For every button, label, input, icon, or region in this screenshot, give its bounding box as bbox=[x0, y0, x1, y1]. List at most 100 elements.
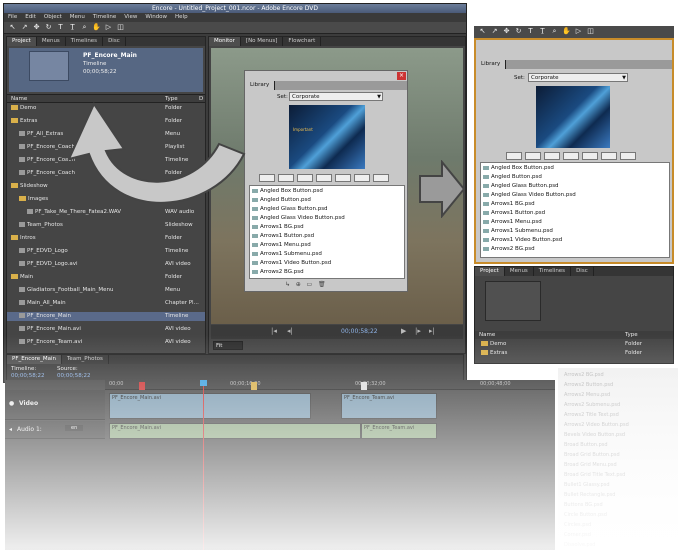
library-set-select[interactable]: Corporate ▼ bbox=[289, 92, 383, 101]
menu-item-file[interactable]: File bbox=[4, 13, 21, 22]
tab-timelines[interactable]: Timelines bbox=[534, 267, 572, 276]
list-item[interactable]: Arrows1 Submenu.psd bbox=[252, 251, 322, 258]
menu-item-object[interactable]: Object bbox=[40, 13, 66, 22]
list-item[interactable]: Demo Folder bbox=[475, 340, 673, 349]
audio-language-select[interactable]: en bbox=[65, 425, 84, 431]
list-item[interactable]: PF_EDVD_Logo Timeline bbox=[7, 247, 205, 256]
rewind-icon[interactable]: |◂ bbox=[271, 327, 277, 335]
text-tool-icon[interactable]: T bbox=[56, 23, 65, 32]
library-filter-button[interactable] bbox=[582, 152, 598, 160]
menu-item-window[interactable]: Window bbox=[141, 13, 171, 22]
tab-project[interactable]: Project bbox=[7, 37, 37, 46]
vertical-text-tool-icon[interactable]: Ṯ bbox=[538, 27, 547, 36]
list-item[interactable]: Angled Glass Button.psd bbox=[483, 183, 559, 190]
list-item[interactable]: Arrows2 BG.psd bbox=[252, 269, 304, 276]
library-filter-button[interactable] bbox=[316, 174, 332, 182]
library-filter-button[interactable] bbox=[620, 152, 636, 160]
source-timecode[interactable]: 00;00;58;22 bbox=[57, 373, 91, 379]
place-icon[interactable]: ⊕ bbox=[296, 281, 301, 288]
list-item[interactable]: Arrows1 Video Button.psd bbox=[483, 237, 562, 244]
library-filter-button[interactable] bbox=[259, 174, 275, 182]
tab-disc[interactable]: Disc bbox=[103, 37, 126, 46]
library-set-select[interactable]: Corporate ▼ bbox=[528, 73, 628, 82]
step-forward-icon[interactable]: |▸ bbox=[415, 327, 421, 335]
list-item[interactable]: Arrows1 Submenu.psd bbox=[483, 228, 553, 235]
list-item[interactable]: Gladiators_Football_Main_Menu Menu bbox=[7, 286, 205, 295]
tab-no-menus[interactable]: [No Menus] bbox=[241, 37, 284, 46]
folder-icon[interactable]: ▭ bbox=[307, 281, 313, 288]
move-tool-icon[interactable]: ✥ bbox=[502, 27, 511, 36]
list-item[interactable]: Arrows1 Menu.psd bbox=[483, 219, 542, 226]
new-item-icon[interactable]: ↳ bbox=[285, 281, 290, 288]
library-filter-button[interactable] bbox=[601, 152, 617, 160]
list-item[interactable]: Arrows1 Button.psd bbox=[483, 210, 545, 217]
video-track-header[interactable]: ● Video bbox=[5, 390, 105, 420]
list-item[interactable]: Angled Glass Button.psd bbox=[252, 206, 328, 213]
hand-tool-icon[interactable]: ✋ bbox=[562, 27, 571, 36]
direct-select-tool-icon[interactable]: ↗ bbox=[490, 27, 499, 36]
step-back-icon[interactable]: ◂| bbox=[287, 327, 293, 335]
audio-clip[interactable]: PF_Encore_Team.avi bbox=[361, 423, 437, 439]
list-item[interactable]: Angled Button.psd bbox=[252, 197, 311, 204]
preview-tool-icon[interactable]: ▷ bbox=[104, 23, 113, 32]
list-item[interactable]: Main_All_Main Chapter Pl... bbox=[7, 299, 205, 308]
menu-item-menu[interactable]: Menu bbox=[66, 13, 89, 22]
monitor-timecode[interactable]: 00;00;58;22 bbox=[341, 328, 378, 335]
video-clip[interactable]: PF_Encore_Main.avi bbox=[109, 393, 311, 419]
list-item[interactable]: Extras Folder bbox=[475, 349, 673, 358]
list-item[interactable]: Angled Glass Video Button.psd bbox=[483, 192, 576, 199]
chapter-marker[interactable] bbox=[361, 382, 367, 390]
vertical-text-tool-icon[interactable]: Ṯ bbox=[68, 23, 77, 32]
timeline-timecode[interactable]: 00;00;58;22 bbox=[11, 373, 45, 379]
audio-clip[interactable]: PF_Encore_Main.avi bbox=[109, 423, 361, 439]
library-filter-button[interactable] bbox=[373, 174, 389, 182]
library-filter-button[interactable] bbox=[544, 152, 560, 160]
list-item[interactable]: PF_Encore_Team.avi AVI video bbox=[7, 338, 205, 347]
text-tool-icon[interactable]: T bbox=[526, 27, 535, 36]
playhead[interactable] bbox=[203, 380, 204, 550]
library-filter-button[interactable] bbox=[278, 174, 294, 182]
zoom-tool-icon[interactable]: ⌕ bbox=[550, 27, 559, 36]
hand-tool-icon[interactable]: ✋ bbox=[92, 23, 101, 32]
list-item[interactable]: Arrows1 Video Button.psd bbox=[252, 260, 331, 267]
tab-pf-encore-main[interactable]: PF_Encore_Main bbox=[7, 355, 62, 364]
chapter-marker[interactable] bbox=[139, 382, 145, 390]
list-item[interactable]: Intros Folder bbox=[7, 234, 205, 243]
edit-in-photoshop-tool-icon[interactable]: ◫ bbox=[116, 23, 125, 32]
video-clip[interactable]: PF_Encore_Team.avi bbox=[341, 393, 437, 419]
list-item[interactable]: Arrows1 BG.psd bbox=[483, 201, 535, 208]
list-item[interactable]: Angled Button.psd bbox=[483, 174, 542, 181]
play-icon[interactable]: ▶ bbox=[401, 327, 406, 335]
list-item[interactable]: Angled Box Button.psd bbox=[483, 165, 554, 172]
select-tool-icon[interactable]: ↖ bbox=[478, 27, 487, 36]
library-filter-button[interactable] bbox=[506, 152, 522, 160]
playhead-handle[interactable] bbox=[200, 380, 207, 386]
list-item[interactable]: Arrows1 Menu.psd bbox=[252, 242, 311, 249]
rotate-tool-icon[interactable]: ↻ bbox=[514, 27, 523, 36]
library-filter-button[interactable] bbox=[525, 152, 541, 160]
tab-library[interactable]: Library bbox=[476, 60, 507, 69]
tab-timelines[interactable]: Timelines bbox=[66, 37, 104, 46]
library-close-icon[interactable]: × bbox=[397, 72, 406, 80]
tab-team-photos[interactable]: Team_Photos bbox=[62, 355, 109, 364]
tab-menus[interactable]: Menus bbox=[505, 267, 534, 276]
tab-monitor[interactable]: Monitor bbox=[209, 37, 241, 46]
menu-item-view[interactable]: View bbox=[120, 13, 141, 22]
edit-in-photoshop-tool-icon[interactable]: ◫ bbox=[586, 27, 595, 36]
list-item[interactable]: Angled Box Button.psd bbox=[252, 188, 323, 195]
list-item[interactable]: PF_EDVD_Logo.avi AVI video bbox=[7, 260, 205, 269]
library-filter-button[interactable] bbox=[354, 174, 370, 182]
library-filter-button[interactable] bbox=[335, 174, 351, 182]
list-item[interactable]: Arrows1 Button.psd bbox=[252, 233, 314, 240]
list-item[interactable]: PF_Encore_Main.avi AVI video bbox=[7, 325, 205, 334]
select-tool-icon[interactable]: ↖ bbox=[8, 23, 17, 32]
zoom-tool-icon[interactable]: ⌕ bbox=[80, 23, 89, 32]
menu-item-help[interactable]: Help bbox=[171, 13, 192, 22]
chapter-marker[interactable] bbox=[251, 382, 257, 390]
tab-disc[interactable]: Disc bbox=[571, 267, 594, 276]
audio-track-header[interactable]: ◂ Audio 1: en bbox=[5, 421, 105, 439]
list-item[interactable]: Arrows2 BG.psd bbox=[483, 246, 535, 253]
menu-item-timeline[interactable]: Timeline bbox=[89, 13, 120, 22]
fast-forward-icon[interactable]: ▸| bbox=[429, 327, 435, 335]
preview-tool-icon[interactable]: ▷ bbox=[574, 27, 583, 36]
